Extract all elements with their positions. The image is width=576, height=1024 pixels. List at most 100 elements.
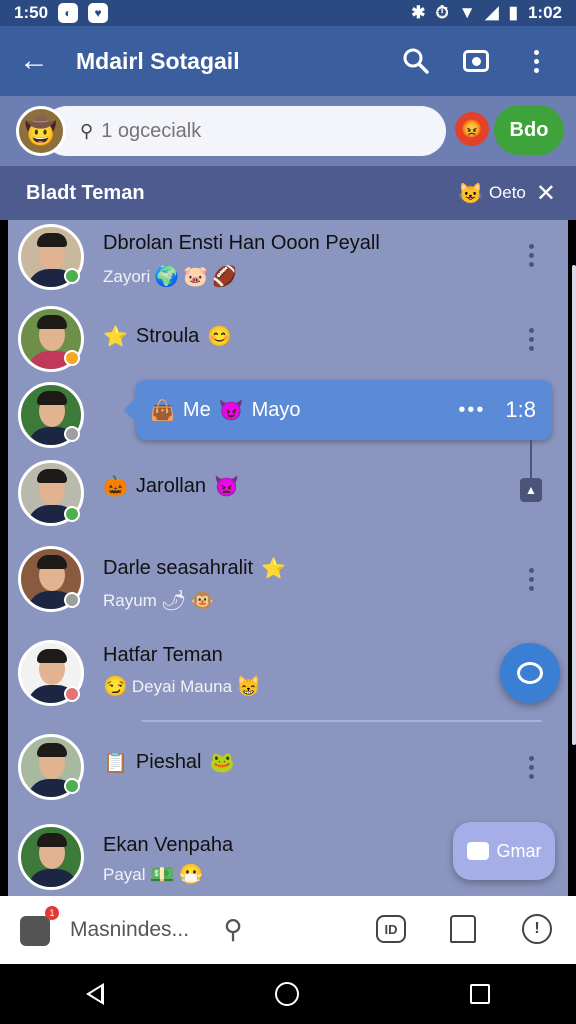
scrollbar[interactable] bbox=[572, 265, 576, 745]
bluetooth-icon: ✱ bbox=[411, 3, 426, 22]
my-avatar[interactable]: 🤠 bbox=[16, 106, 66, 156]
app-bar: ← Mdairl Sotagail bbox=[0, 26, 576, 96]
angry-face-icon[interactable]: 😡 bbox=[455, 112, 489, 146]
share-icon[interactable] bbox=[20, 916, 50, 946]
bubble-time: 1:8 bbox=[505, 397, 536, 422]
presence-dot bbox=[64, 426, 80, 442]
list-item[interactable]: Darle seasahralit ⭐ Rayum 🌶 🐵 bbox=[8, 542, 568, 626]
more-vert-icon[interactable] bbox=[516, 41, 556, 81]
list-item[interactable]: Hatfar Teman 😏 Deyai Mauna 😸 bbox=[8, 632, 568, 722]
bottom-input-label[interactable]: Masnindes... bbox=[70, 918, 189, 942]
search-row: ⚲ 🤠 😡 Bdo bbox=[0, 96, 576, 166]
bubble-text-a: Me bbox=[182, 398, 211, 421]
status-time-left: 1:50 bbox=[14, 3, 49, 22]
bottom-bar: 1 Masnindes... ⚲ ID ! bbox=[0, 896, 576, 964]
close-icon[interactable]: ✕ bbox=[536, 179, 556, 208]
id-card-icon[interactable]: ID bbox=[374, 912, 408, 946]
mask-emoji-icon: 😷 bbox=[178, 864, 204, 886]
devil-face-emoji-icon: 👿 bbox=[213, 476, 239, 498]
pepper-emoji-icon: 🌶 bbox=[160, 590, 187, 612]
message-bubble[interactable]: 👜 Me 😈 Mayo ••• 1:8 bbox=[136, 380, 552, 440]
row-more-icon[interactable] bbox=[526, 328, 536, 351]
search-input[interactable] bbox=[101, 119, 392, 143]
cat-emoji-icon: 😸 bbox=[236, 676, 261, 698]
signal-icon: ◢ bbox=[485, 3, 499, 22]
contact-subtitle: 😏 Deyai Mauna 😸 bbox=[103, 676, 261, 698]
contact-list[interactable]: Dbrolan Ensti Han Ooon Peyall Zayori 🌍 🐷… bbox=[8, 220, 568, 896]
wifi-icon: ▼ bbox=[458, 3, 476, 22]
contact-name: Ekan Venpaha bbox=[103, 834, 234, 856]
wink-emoji-icon: 😏 bbox=[103, 676, 128, 698]
contact-subtitle: Payal 💵 😷 bbox=[103, 864, 204, 886]
back-arrow-icon[interactable]: ← bbox=[14, 41, 54, 81]
nav-home-icon[interactable] bbox=[274, 982, 299, 1006]
search-small-icon: ⚲ bbox=[80, 120, 94, 141]
list-item[interactable]: ⭐ Stroula 😊 bbox=[8, 304, 568, 384]
presence-dot bbox=[64, 592, 80, 608]
contact-name: 🎃 Jarollan 👿 bbox=[103, 475, 239, 498]
frog-emoji-icon: 🐸 bbox=[209, 752, 235, 774]
list-item[interactable]: 🎃 Jarollan 👿 bbox=[8, 456, 568, 536]
row-more-icon[interactable] bbox=[526, 244, 536, 267]
status-time-right: 1:02 bbox=[527, 3, 562, 22]
nav-back-icon[interactable] bbox=[85, 983, 104, 1005]
row-more-icon[interactable] bbox=[526, 568, 536, 591]
contact-name: ⭐ Stroula 😊 bbox=[103, 325, 233, 348]
presence-dot bbox=[64, 268, 80, 284]
devil-emoji-icon: 😈 bbox=[218, 399, 244, 422]
compose-button[interactable]: Gmar bbox=[453, 822, 555, 880]
monkey-emoji-icon: 🐵 bbox=[190, 590, 216, 612]
message-icon bbox=[466, 842, 489, 860]
money-emoji-icon: 💵 bbox=[149, 864, 175, 886]
globe-emoji-icon: 🌍 bbox=[154, 266, 180, 288]
battery-icon: ▮ bbox=[508, 3, 518, 22]
compose-label: Gmar bbox=[496, 840, 542, 861]
heart-notification-icon: ♥ bbox=[88, 3, 109, 23]
status-bar: 1:50 ◐ ♥ ✱ ⏱ ▼ ◢ ▮ 1:02 bbox=[0, 0, 576, 26]
section-tag-label: Oeto bbox=[489, 183, 526, 202]
clipboard-emoji-icon: 📋 bbox=[103, 752, 128, 774]
system-nav-bar bbox=[0, 964, 576, 1024]
search-icon[interactable]: ⚲ bbox=[216, 912, 250, 946]
presence-dot bbox=[64, 350, 80, 366]
presence-dot bbox=[64, 778, 80, 794]
bubble-more-dots[interactable]: ••• bbox=[458, 399, 485, 422]
star-emoji-icon: ⭐ bbox=[261, 558, 286, 580]
nav-recents-icon[interactable] bbox=[470, 984, 491, 1004]
divider bbox=[142, 720, 542, 722]
contact-subtitle: Rayum 🌶 🐵 bbox=[103, 590, 216, 612]
bag-emoji-icon: 👜 bbox=[150, 399, 175, 422]
green-action-button[interactable]: Bdo bbox=[494, 105, 564, 155]
app-notification-icon: ◐ bbox=[58, 3, 79, 23]
alert-icon[interactable]: ! bbox=[520, 912, 554, 946]
section-title: Bladt Teman bbox=[26, 181, 145, 204]
presence-dot bbox=[64, 506, 80, 522]
list-item[interactable]: Dbrolan Ensti Han Ooon Peyall Zayori 🌍 🐷… bbox=[8, 220, 568, 304]
football-emoji-icon: 🏈 bbox=[212, 266, 237, 288]
alarm-icon: ⏱ bbox=[435, 3, 449, 22]
camera-icon[interactable] bbox=[456, 41, 496, 81]
contact-name: Dbrolan Ensti Han Ooon Peyall bbox=[103, 232, 380, 254]
pumpkin-emoji-icon: 🎃 bbox=[103, 476, 128, 498]
section-header: Bladt Teman 😺 Oeto ✕ bbox=[0, 166, 576, 220]
search-field[interactable]: ⚲ bbox=[42, 106, 446, 156]
pig-emoji-icon: 🐷 bbox=[183, 266, 209, 288]
list-item[interactable]: 📋 Pieshal 🐸 bbox=[8, 728, 568, 814]
bubble-text-b: Mayo bbox=[251, 398, 301, 421]
contact-name: Hatfar Teman bbox=[103, 644, 223, 666]
contact-name: 📋 Pieshal 🐸 bbox=[103, 751, 235, 774]
smile-emoji-icon: 😊 bbox=[207, 326, 233, 348]
row-more-icon[interactable] bbox=[526, 756, 536, 779]
avatar bbox=[18, 824, 84, 890]
notification-badge: 1 bbox=[45, 906, 59, 920]
search-icon[interactable] bbox=[396, 41, 436, 81]
contact-subtitle: Zayori 🌍 🐷 🏈 bbox=[103, 266, 237, 288]
section-tag[interactable]: 😺 Oeto bbox=[458, 181, 526, 206]
home-icon[interactable] bbox=[446, 912, 480, 946]
contact-name: Darle seasahralit ⭐ bbox=[103, 557, 286, 580]
chat-icon[interactable] bbox=[500, 643, 560, 703]
cat-face-icon: 😺 bbox=[458, 182, 484, 205]
page-title: Mdairl Sotagail bbox=[76, 47, 240, 74]
presence-dot bbox=[64, 686, 80, 702]
star-emoji-icon: ⭐ bbox=[103, 326, 128, 348]
